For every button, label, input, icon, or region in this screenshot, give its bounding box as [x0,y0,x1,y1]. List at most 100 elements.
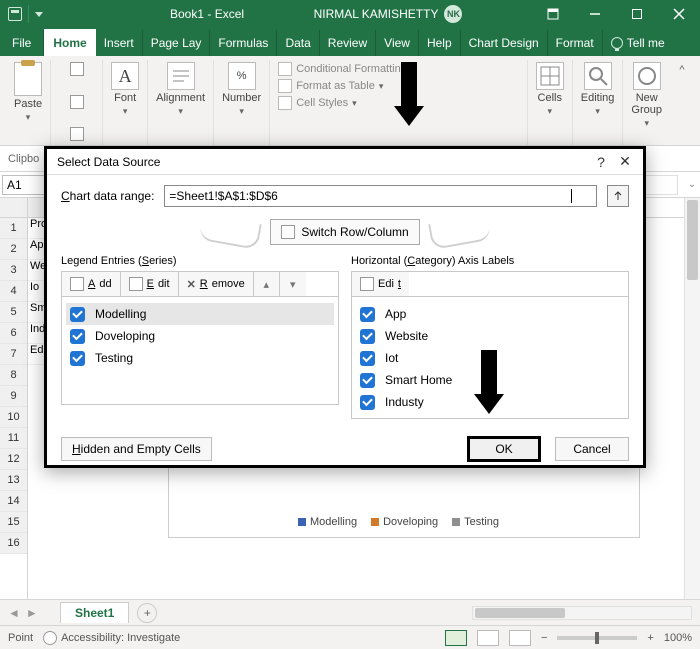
zoom-out-button[interactable]: − [541,632,547,644]
chart-data-range-input[interactable]: =Sheet1!$A$1:$D$6 [164,185,597,207]
category-item[interactable]: App [356,303,624,325]
tab-home[interactable]: Home [44,29,95,56]
row-header[interactable]: 8 [0,365,27,386]
tab-insert[interactable]: Insert [96,30,143,56]
switch-arrow-icon [199,214,263,250]
horizontal-scrollbar[interactable] [472,606,692,620]
sheet-nav-next[interactable]: ► [26,606,38,620]
dialog-help-button[interactable]: ? [589,154,613,170]
tab-file[interactable]: File [0,30,44,56]
zoom-in-button[interactable]: + [647,632,653,644]
sheet-nav-prev[interactable]: ◄ [8,606,20,620]
checkbox-icon[interactable] [360,395,375,410]
axis-edit-button[interactable]: Edit [352,272,409,296]
legend-swatch [371,518,379,526]
row-header[interactable]: 7 [0,344,27,365]
maximize-button[interactable] [616,0,658,28]
minimize-button[interactable] [574,0,616,28]
series-item[interactable]: Doveloping [66,325,334,347]
ok-button[interactable]: OK [467,436,541,462]
series-add-button[interactable]: Add [62,272,121,296]
row-header[interactable]: 14 [0,491,27,512]
font-button[interactable]: A Font▾ [111,62,139,117]
row-header[interactable]: 15 [0,512,27,533]
tab-tellme[interactable]: Tell me [603,30,673,56]
dialog-title: Select Data Source [57,155,160,169]
collapse-ribbon-button[interactable]: ^ [670,60,694,145]
checkbox-icon[interactable] [360,373,375,388]
hidden-empty-cells-button[interactable]: Hidden and Empty Cells [61,437,212,461]
account-user[interactable]: NIRMAL KAMISHETTY NK [314,5,463,23]
zoom-level[interactable]: 100% [664,632,692,644]
view-pagebreak-button[interactable] [509,630,531,646]
paste-button[interactable]: Paste▾ [14,62,42,123]
tab-chartdesign[interactable]: Chart Design [461,30,548,56]
row-header[interactable]: 5 [0,302,27,323]
close-button[interactable] [658,0,700,28]
view-pagelayout-button[interactable] [477,630,499,646]
cells-icon [536,62,564,90]
series-move-up-button[interactable]: ▴ [254,272,280,296]
alignment-button[interactable]: Alignment▾ [156,62,205,117]
editing-button[interactable]: Editing▾ [581,62,615,117]
accessibility-status[interactable]: Accessibility: Investigate [43,631,180,645]
tab-review[interactable]: Review [320,30,376,56]
cut-icon[interactable] [70,62,84,76]
series-move-down-button[interactable]: ▾ [280,272,306,296]
row-header[interactable]: 13 [0,470,27,491]
ribbon-options-button[interactable] [532,0,574,28]
checkbox-icon[interactable] [70,329,85,344]
save-icon[interactable] [8,7,22,21]
checkbox-icon[interactable] [360,307,375,322]
number-button[interactable]: % Number▾ [222,62,261,117]
row-header[interactable]: 10 [0,407,27,428]
view-normal-button[interactable] [445,630,467,646]
qat-dropdown[interactable] [35,12,43,17]
add-icon [70,277,84,291]
copy-icon[interactable] [70,95,84,109]
cancel-button[interactable]: Cancel [555,437,629,461]
series-remove-button[interactable]: ✕ Remove [179,272,254,296]
category-item[interactable]: Website [356,325,624,347]
tab-help[interactable]: Help [419,30,461,56]
series-listbox[interactable]: Modelling Doveloping Testing [61,297,339,405]
tab-pagelayout[interactable]: Page Lay [143,30,211,56]
series-item[interactable]: Testing [66,347,334,369]
axis-labels-label: Horizontal (Category) Axis Labels [351,255,629,267]
series-edit-button[interactable]: Edit [121,272,179,296]
group-cells: Cells▾ [528,60,573,145]
row-header[interactable]: 11 [0,428,27,449]
vertical-scrollbar[interactable] [684,198,700,599]
range-picker-button[interactable] [607,185,629,207]
checkbox-icon[interactable] [70,307,85,322]
cell-mode: Point [8,632,33,644]
row-header[interactable]: 9 [0,386,27,407]
row-header[interactable]: 4 [0,281,27,302]
select-all-corner[interactable] [0,198,27,218]
checkbox-icon[interactable] [70,351,85,366]
tab-view[interactable]: View [376,30,419,56]
zoom-slider[interactable] [557,636,637,640]
newgroup-button[interactable]: New Group▾ [631,62,662,129]
row-header[interactable]: 1 [0,218,27,239]
tab-formulas[interactable]: Formulas [210,30,277,56]
sheet-tab[interactable]: Sheet1 [60,602,129,623]
tab-data[interactable]: Data [277,30,319,56]
new-sheet-button[interactable]: + [137,603,157,623]
legend-swatch [298,518,306,526]
series-item[interactable]: Modelling [66,303,334,325]
row-header[interactable]: 16 [0,533,27,554]
formula-expand-button[interactable]: ⌄ [684,179,700,190]
switch-row-column-button[interactable]: Switch Row/Column [270,219,419,245]
row-header[interactable]: 2 [0,239,27,260]
tab-format[interactable]: Format [548,30,603,56]
row-header[interactable]: 6 [0,323,27,344]
checkbox-icon[interactable] [360,329,375,344]
cells-button[interactable]: Cells▾ [536,62,564,117]
dialog-close-button[interactable]: ✕ [613,153,637,170]
checkbox-icon[interactable] [360,351,375,366]
group-clipboard-extras [51,60,103,145]
row-header[interactable]: 12 [0,449,27,470]
row-header[interactable]: 3 [0,260,27,281]
formatpainter-icon[interactable] [70,127,84,141]
